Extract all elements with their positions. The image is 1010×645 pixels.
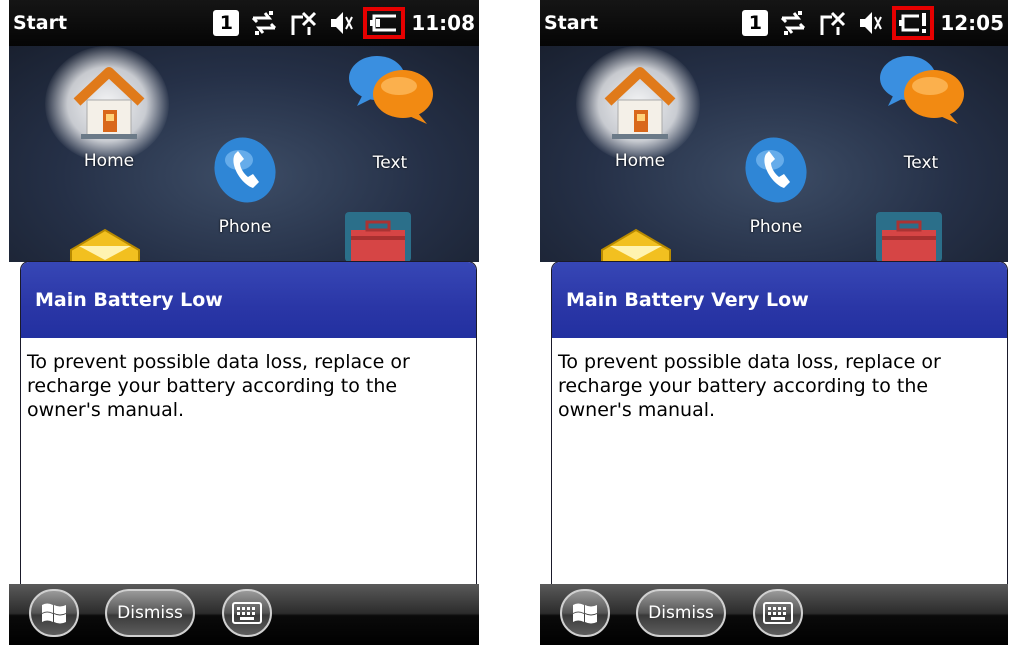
dialog-message: To prevent possible data loss, replace o… (558, 351, 941, 421)
start-button[interactable] (29, 589, 79, 637)
dialog-title: Main Battery Low (21, 262, 476, 338)
no-signal-icon[interactable] (818, 9, 848, 37)
dismiss-button[interactable]: Dismiss (105, 589, 195, 637)
start-title[interactable]: Start (13, 12, 67, 34)
battery-very-low-icon (899, 13, 927, 33)
keyboard-button[interactable] (753, 589, 803, 637)
home-screen: Home Phone Text (9, 46, 479, 262)
text-tile[interactable]: Text (876, 50, 966, 173)
keyboard-icon (232, 602, 262, 624)
chat-bubbles-icon (349, 56, 433, 124)
house-icon (73, 67, 145, 139)
windows-flag-icon (573, 603, 597, 624)
envelope-icon (70, 228, 140, 262)
home-tile[interactable]: Home (576, 46, 700, 171)
battery-notification-dialog: Main Battery Low To prevent possible dat… (21, 262, 476, 584)
dialog-title: Main Battery Very Low (552, 262, 1007, 338)
toolbox-tile[interactable] (876, 212, 942, 262)
phone-tile[interactable]: Phone (205, 132, 285, 237)
speaker-muted-icon[interactable] (858, 9, 883, 37)
phone-icon (745, 137, 807, 203)
taskbar: Dismiss (9, 584, 479, 645)
windows-flag-icon (42, 603, 66, 624)
toolbox-icon (882, 220, 936, 262)
connectivity-icon[interactable] (778, 9, 808, 37)
phone-screen-left: Start 1 11:08 Phone Text Main Battery Lo… (9, 0, 479, 645)
phone-tile[interactable]: Phone (736, 132, 816, 237)
toolbox-icon (351, 220, 405, 262)
chat-bubbles-icon (880, 56, 964, 124)
start-title[interactable]: Start (544, 12, 598, 34)
phone-icon (214, 137, 276, 203)
sim-indicator-icon[interactable]: 1 (213, 10, 240, 36)
dismiss-button[interactable]: Dismiss (636, 589, 726, 637)
email-tile[interactable] (596, 224, 676, 262)
phone-screen-right: Start 1 12:05 Phone Text Main Battery Ve… (540, 0, 1008, 645)
keyboard-button[interactable] (222, 589, 272, 637)
keyboard-icon (763, 602, 793, 624)
battery-low-indicator[interactable] (363, 7, 406, 39)
home-screen: Home Phone Text (540, 46, 1008, 262)
speaker-muted-icon[interactable] (329, 9, 354, 37)
battery-low-icon (370, 14, 397, 32)
taskbar: Dismiss (540, 584, 1008, 645)
home-tile[interactable]: Home (45, 46, 169, 171)
toolbox-tile[interactable] (345, 212, 411, 262)
envelope-icon (601, 228, 671, 262)
no-signal-icon[interactable] (289, 9, 319, 37)
status-bar: Start 1 11:08 (9, 0, 479, 46)
connectivity-icon[interactable] (249, 9, 279, 37)
sim-indicator-icon[interactable]: 1 (742, 10, 769, 36)
text-tile[interactable]: Text (345, 50, 435, 173)
email-tile[interactable] (65, 224, 145, 262)
start-button[interactable] (560, 589, 610, 637)
battery-notification-dialog: Main Battery Very Low To prevent possibl… (552, 262, 1007, 584)
battery-very-low-indicator[interactable] (892, 6, 935, 40)
house-icon (604, 67, 676, 139)
clock[interactable]: 11:08 (411, 11, 475, 35)
dialog-message: To prevent possible data loss, replace o… (27, 351, 410, 421)
status-bar: Start 1 12:05 (540, 0, 1008, 46)
clock[interactable]: 12:05 (940, 11, 1004, 35)
